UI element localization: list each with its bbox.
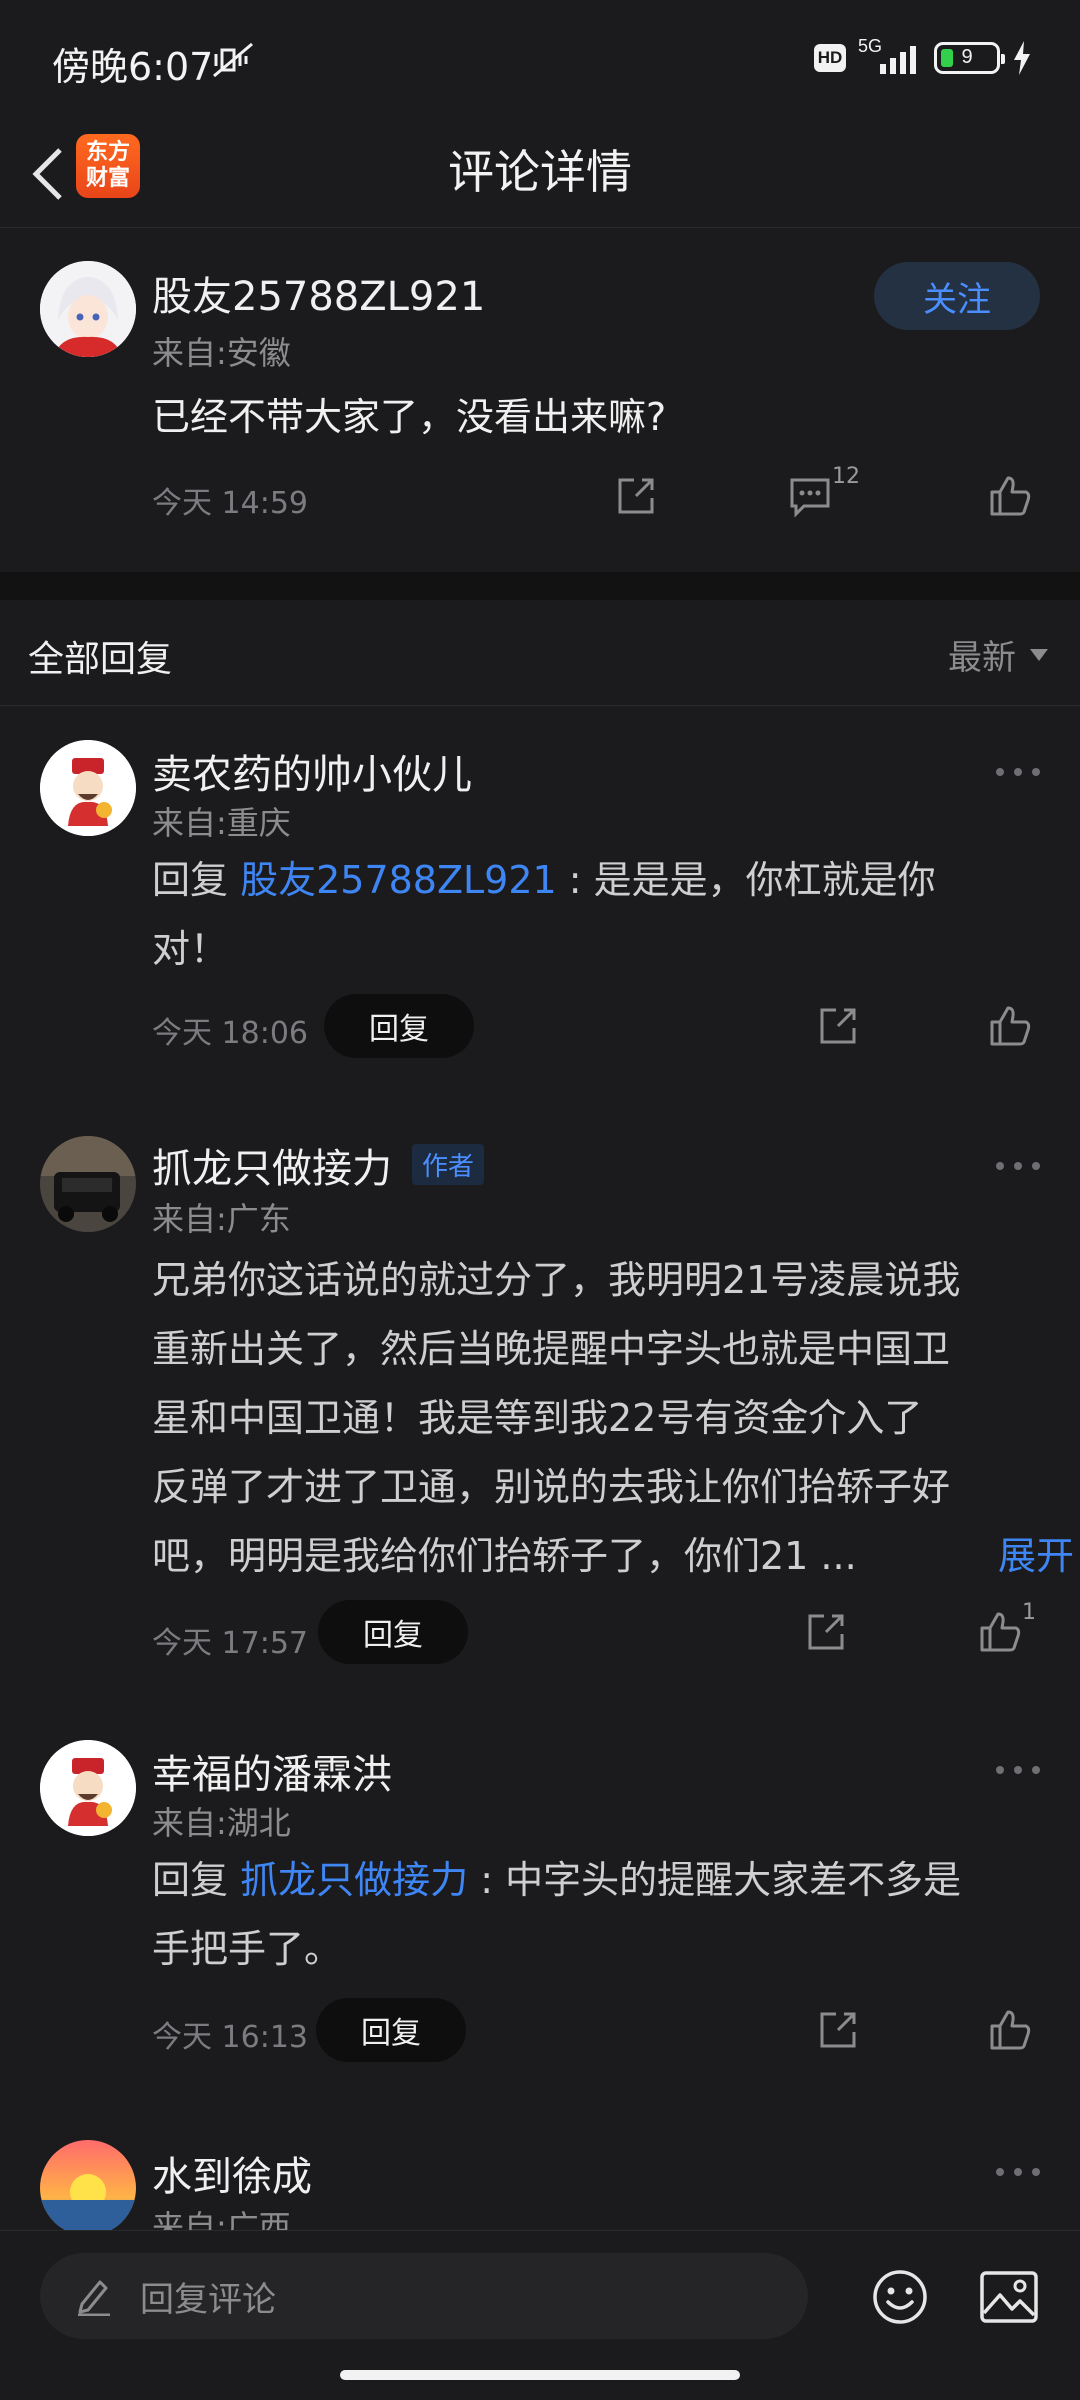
- author-badge: 作者: [412, 1144, 485, 1185]
- reply-location: 来自:湖北: [152, 1804, 291, 1842]
- reply-text-line: 兄弟你这话说的就过分了，我明明21号凌晨说我: [152, 1258, 961, 1302]
- like-icon[interactable]: [988, 474, 1032, 518]
- reply-text-line: 反弹了才进了卫通，别说的去我让你们抬轿子好: [152, 1465, 951, 1509]
- replies-header: 全部回复 最新: [0, 600, 1080, 706]
- avatar[interactable]: [40, 1136, 136, 1232]
- post-location: 来自:安徽: [152, 334, 291, 372]
- home-indicator[interactable]: [340, 2370, 740, 2380]
- reply-item: 卖农药的帅小伙儿 来自:重庆 回复 股友25788ZL921 : 是是是，你杠就…: [0, 706, 1080, 1086]
- avatar[interactable]: [40, 1740, 136, 1836]
- reply-username[interactable]: 卖农药的帅小伙儿: [152, 742, 472, 800]
- reply-username[interactable]: 幸福的潘霖洪: [152, 1742, 392, 1800]
- replies-title: 全部回复: [28, 639, 173, 680]
- reply-button[interactable]: 回复: [318, 1600, 468, 1664]
- reply-prefix: 回复: [152, 1858, 241, 1902]
- original-post: 股友25788ZL921 来自:安徽 关注 已经不带大家了，没看出来嘛? 今天 …: [0, 228, 1080, 572]
- reply-time: 今天 18:06: [152, 1016, 308, 1051]
- like-icon[interactable]: [988, 2008, 1032, 2052]
- battery-icon: 9: [934, 42, 1005, 74]
- reply-username[interactable]: 水到徐成: [152, 2144, 312, 2202]
- reply-text-line: : 是是是，你杠就是你: [556, 858, 936, 902]
- emoji-icon[interactable]: [872, 2269, 928, 2325]
- comment-icon[interactable]: [788, 474, 832, 518]
- reply-text-line: 吧，明明是我给你们抬轿子了，你们21 ...: [152, 1534, 857, 1578]
- reply-text-line: : 中字头的提醒大家差不多是: [468, 1858, 962, 1902]
- charging-icon: [1014, 41, 1030, 75]
- status-time: 傍晚6:07: [52, 45, 214, 89]
- share-icon[interactable]: [804, 1610, 848, 1654]
- battery-level: 9: [961, 46, 973, 68]
- reply-text-line: 星和中国卫通！我是等到我22号有资金介入了: [152, 1396, 923, 1440]
- avatar[interactable]: [40, 261, 136, 357]
- reply-username[interactable]: 抓龙只做接力: [152, 1136, 392, 1194]
- expand-link[interactable]: 展开: [998, 1522, 1074, 1591]
- reply-item: 抓龙只做接力 作者 来自:广东 兄弟你这话说的就过分了，我明明21号凌晨说我 重…: [0, 1106, 1080, 1710]
- like-icon[interactable]: [988, 1004, 1032, 1048]
- reply-location: 来自:重庆: [152, 804, 291, 842]
- like-icon[interactable]: [978, 1610, 1022, 1654]
- nav-bar: 东方财富 评论详情: [0, 120, 1080, 228]
- post-time: 今天 14:59: [152, 486, 308, 521]
- reply-item: 幸福的潘霖洪 来自:湖北 回复 抓龙只做接力 : 中字头的提醒大家差不多是 手把…: [0, 1710, 1080, 2090]
- post-username[interactable]: 股友25788ZL921: [152, 264, 485, 322]
- section-divider: [0, 572, 1080, 600]
- follow-button[interactable]: 关注: [874, 262, 1040, 330]
- hd-badge: HD: [814, 44, 846, 72]
- signal-icon: 5G: [858, 36, 922, 76]
- reply-text: 兄弟你这话说的就过分了，我明明21号凌晨说我 重新出关了，然后当晚提醒中字头也就…: [152, 1246, 1074, 1591]
- more-options-icon[interactable]: [996, 2166, 1040, 2178]
- reply-prefix: 回复: [152, 858, 241, 902]
- share-icon[interactable]: [614, 474, 658, 518]
- reply-time: 今天 17:57: [152, 1626, 308, 1661]
- share-icon[interactable]: [816, 2008, 860, 2052]
- avatar[interactable]: [40, 740, 136, 836]
- reply-text: 回复 股友25788ZL921 : 是是是，你杠就是你 对！: [152, 846, 1032, 984]
- vibrate-off-icon: [213, 42, 253, 78]
- reply-button[interactable]: 回复: [316, 1998, 466, 2062]
- reply-button[interactable]: 回复: [324, 994, 474, 1058]
- status-bar: 傍晚6:07 HD 5G 9: [0, 0, 1080, 120]
- image-icon[interactable]: [980, 2271, 1038, 2323]
- more-options-icon[interactable]: [996, 1764, 1040, 1776]
- dropdown-arrow-icon: [1030, 648, 1048, 661]
- page-title: 评论详情: [448, 145, 632, 199]
- like-count: 1: [1022, 1600, 1036, 1625]
- sort-dropdown[interactable]: 最新: [948, 630, 1048, 679]
- reply-text-line: 对！: [152, 927, 229, 971]
- reply-location: 来自:广东: [152, 1200, 291, 1238]
- mention-link[interactable]: 抓龙只做接力: [240, 1858, 468, 1902]
- reply-text-line: 手把手了。: [152, 1927, 343, 1971]
- share-icon[interactable]: [816, 1004, 860, 1048]
- pencil-icon: [78, 2280, 110, 2316]
- status-indicators: HD 5G 9: [814, 36, 1032, 78]
- comment-count: 12: [832, 464, 860, 489]
- reply-comment-input[interactable]: 回复评论: [40, 2253, 808, 2339]
- reply-text-line: 重新出关了，然后当晚提醒中字头也就是中国卫: [152, 1327, 951, 1371]
- sort-label: 最新: [948, 638, 1016, 678]
- more-options-icon[interactable]: [996, 1160, 1040, 1172]
- post-text: 已经不带大家了，没看出来嘛?: [152, 395, 667, 439]
- network-type: 5G: [858, 36, 883, 56]
- reply-time: 今天 16:13: [152, 2020, 308, 2055]
- input-placeholder: 回复评论: [140, 2279, 276, 2320]
- reply-item: 水到徐成 来自:广西: [0, 2110, 1080, 2230]
- mention-link[interactable]: 股友25788ZL921: [240, 858, 557, 902]
- reply-text: 回复 抓龙只做接力 : 中字头的提醒大家差不多是 手把手了。: [152, 1846, 1052, 1984]
- avatar[interactable]: [40, 2140, 136, 2230]
- reply-location: 来自:广西: [152, 2208, 291, 2230]
- more-options-icon[interactable]: [996, 766, 1040, 778]
